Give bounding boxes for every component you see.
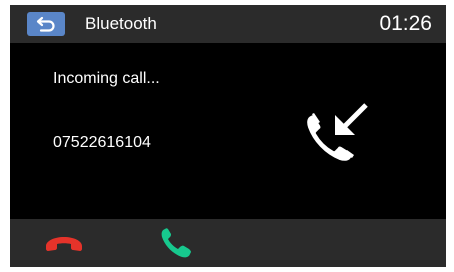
answer-call-button[interactable] [154,224,198,262]
back-button[interactable] [27,12,65,36]
answer-call-icon [161,228,191,258]
incoming-call-icon [304,103,368,164]
decline-call-button[interactable] [42,224,86,262]
call-actions-bar [10,219,446,267]
bluetooth-call-screen: Bluetooth 01:26 Incoming call... 0752261… [10,5,446,267]
call-panel: Incoming call... 07522616104 [10,43,446,219]
caller-number: 07522616104 [53,134,151,151]
decline-call-icon [46,237,82,251]
header-bar: Bluetooth 01:26 [10,5,446,43]
clock: 01:26 [379,12,432,35]
back-arrow-icon [36,16,55,32]
header-title: Bluetooth [85,14,157,33]
call-status: Incoming call... [53,70,160,87]
